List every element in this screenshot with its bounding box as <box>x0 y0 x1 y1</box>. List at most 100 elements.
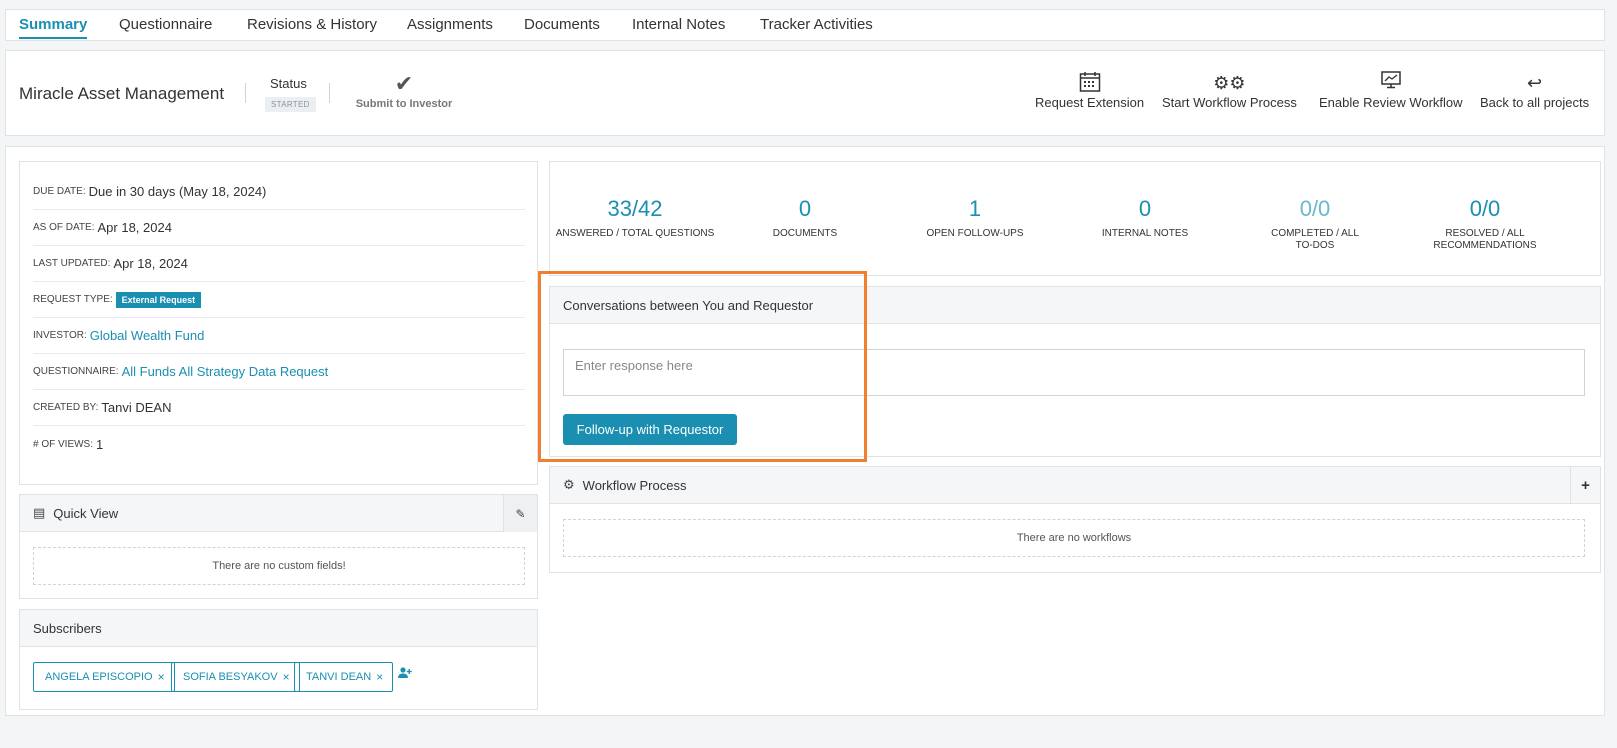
views-row: # OF VIEWS: 1 <box>33 426 525 462</box>
calendar-icon <box>1035 71 1144 95</box>
stat-caption: RESOLVED / ALL RECOMMENDATIONS <box>1433 228 1537 251</box>
stat-caption: INTERNAL NOTES <box>1101 228 1189 239</box>
as-of-date-value: Apr 18, 2024 <box>97 220 172 235</box>
custom-fields-empty: There are no custom fields! <box>33 547 525 585</box>
due-date-row: DUE DATE: Due in 30 days (May 18, 2024) <box>33 174 525 210</box>
investor-link[interactable]: Global Wealth Fund <box>90 328 205 343</box>
subscribers-header: Subscribers <box>20 610 537 647</box>
as-of-date-row: AS OF DATE: Apr 18, 2024 <box>33 210 525 246</box>
stat-value: 0 <box>1138 196 1152 221</box>
remove-subscriber-icon[interactable]: × <box>283 670 290 684</box>
stat-value: 0 <box>798 196 812 221</box>
status-badge: STARTED <box>265 97 316 112</box>
stat-internal-notes[interactable]: 0 INTERNAL NOTES <box>1060 196 1230 240</box>
workflow-title: Workflow Process <box>582 477 687 493</box>
subscriber-chip: TANVI DEAN × <box>294 662 394 692</box>
tab-questionnaire[interactable]: Questionnaire <box>119 16 212 37</box>
tab-internal-notes[interactable]: Internal Notes <box>632 16 725 37</box>
stat-value: 0/0 <box>1299 196 1331 221</box>
conversations-header: Conversations between You and Requestor <box>550 287 1600 324</box>
stat-todos[interactable]: 0/0 COMPLETED / ALL TO-DOS <box>1230 196 1400 252</box>
pencil-icon: ✎ <box>515 506 526 521</box>
due-date-label: DUE DATE: <box>33 186 86 197</box>
questionnaire-row: QUESTIONNAIRE: All Funds All Strategy Da… <box>33 354 525 390</box>
conversations-panel: Conversations between You and Requestor … <box>549 286 1601 457</box>
conversations-title: Conversations between You and Requestor <box>563 297 814 313</box>
stat-caption: OPEN FOLLOW-UPS <box>926 228 1024 239</box>
subscribers-title: Subscribers <box>33 620 102 636</box>
edit-quick-view-button[interactable]: ✎ <box>503 495 537 532</box>
stat-caption: ANSWERED / TOTAL QUESTIONS <box>555 228 715 239</box>
stat-answered[interactable]: 33/42 ANSWERED / TOTAL QUESTIONS <box>550 196 720 240</box>
stat-value: 33/42 <box>607 196 663 221</box>
response-input[interactable]: Enter response here <box>563 349 1585 396</box>
gears-icon: ⚙ <box>563 477 575 492</box>
add-workflow-button[interactable]: + <box>1570 467 1600 504</box>
quick-view-header: ▤ Quick View <box>20 495 537 532</box>
last-updated-row: LAST UPDATED: Apr 18, 2024 <box>33 246 525 282</box>
remove-subscriber-icon[interactable]: × <box>158 670 165 684</box>
back-to-projects-label: Back to all projects <box>1480 95 1590 110</box>
submit-to-investor-button[interactable]: ✔ Submit to Investor <box>349 71 459 111</box>
checkmark-icon: ✔ <box>394 71 414 96</box>
views-label: # OF VIEWS: <box>33 438 94 450</box>
stat-open-followups[interactable]: 1 OPEN FOLLOW-UPS <box>890 196 1060 240</box>
investor-label: INVESTOR: <box>33 330 87 341</box>
follow-up-button[interactable]: Follow-up with Requestor <box>563 414 737 445</box>
subscribers-panel: Subscribers ANGELA EPISCOPIO × SOFIA BES… <box>19 609 538 710</box>
tab-summary[interactable]: Summary <box>19 16 88 39</box>
stat-value: 1 <box>968 196 982 221</box>
tab-tracker-activities[interactable]: Tracker Activities <box>760 16 873 37</box>
tab-documents[interactable]: Documents <box>524 16 600 37</box>
stats-panel: 33/42 ANSWERED / TOTAL QUESTIONS 0 DOCUM… <box>549 161 1601 276</box>
divider <box>329 83 330 103</box>
subscriber-name: ANGELA EPISCOPIO <box>45 671 153 683</box>
stat-documents[interactable]: 0 DOCUMENTS <box>720 196 890 240</box>
request-extension-button[interactable]: Request Extension <box>1035 71 1144 110</box>
workflows-empty-text: There are no workflows <box>1016 532 1132 544</box>
quick-view-title: Quick View <box>53 505 119 521</box>
tab-revisions-history[interactable]: Revisions & History <box>247 16 377 37</box>
subscriber-name: SOFIA BESYAKOV <box>183 671 278 683</box>
enable-review-workflow-label: Enable Review Workflow <box>1319 95 1463 110</box>
remove-subscriber-icon[interactable]: × <box>376 670 383 684</box>
subscriber-name: TANVI DEAN <box>306 671 372 683</box>
workflow-header: ⚙ Workflow Process <box>550 467 1600 504</box>
start-workflow-button[interactable]: ⚙⚙ Start Workflow Process <box>1162 71 1297 110</box>
start-workflow-label: Start Workflow Process <box>1162 95 1297 110</box>
subscriber-chip: ANGELA EPISCOPIO × <box>33 662 175 692</box>
quick-view-panel: ▤ Quick View ✎ There are no custom field… <box>19 494 538 599</box>
gears-icon: ⚙⚙ <box>1213 73 1246 93</box>
back-to-projects-button[interactable]: ↩ Back to all projects <box>1480 71 1589 110</box>
subscriber-chip: SOFIA BESYAKOV × <box>171 662 300 692</box>
tab-bar: Summary Questionnaire Revisions & Histor… <box>5 9 1605 41</box>
plus-icon: + <box>1581 477 1590 494</box>
stat-recommendations[interactable]: 0/0 RESOLVED / ALL RECOMMENDATIONS <box>1400 196 1570 252</box>
reply-arrow-icon: ↩ <box>1527 73 1543 93</box>
request-type-label: REQUEST TYPE: <box>33 294 113 305</box>
request-type-row: REQUEST TYPE: External Request <box>33 282 525 318</box>
workflow-panel: ⚙ Workflow Process + There are no workfl… <box>549 466 1601 573</box>
created-by-label: CREATED BY: <box>33 402 99 413</box>
created-by-value: Tanvi DEAN <box>101 400 172 415</box>
due-date-value: Due in 30 days (May 18, 2024) <box>88 184 267 199</box>
request-type-badge: External Request <box>115 291 202 308</box>
company-name: Miracle Asset Management <box>19 84 225 103</box>
monitor-chart-icon <box>1319 71 1463 95</box>
stat-value: 0/0 <box>1469 196 1501 221</box>
project-header: Miracle Asset Management Status STARTED … <box>5 50 1605 136</box>
questionnaire-link[interactable]: All Funds All Strategy Data Request <box>122 364 329 379</box>
document-icon: ▤ <box>33 505 46 520</box>
questionnaire-label: QUESTIONNAIRE: <box>33 366 119 377</box>
stat-caption: COMPLETED / ALL TO-DOS <box>1271 228 1359 251</box>
request-extension-label: Request Extension <box>1035 95 1145 110</box>
divider <box>245 83 246 103</box>
last-updated-label: LAST UPDATED: <box>33 258 111 269</box>
investor-row: INVESTOR: Global Wealth Fund <box>33 318 525 354</box>
tab-assignments[interactable]: Assignments <box>407 16 493 37</box>
as-of-date-label: AS OF DATE: <box>33 222 95 233</box>
add-subscriber-icon[interactable] <box>398 666 412 682</box>
last-updated-value: Apr 18, 2024 <box>113 256 188 271</box>
workflows-empty: There are no workflows <box>563 519 1585 557</box>
enable-review-workflow-button[interactable]: Enable Review Workflow <box>1319 71 1463 110</box>
